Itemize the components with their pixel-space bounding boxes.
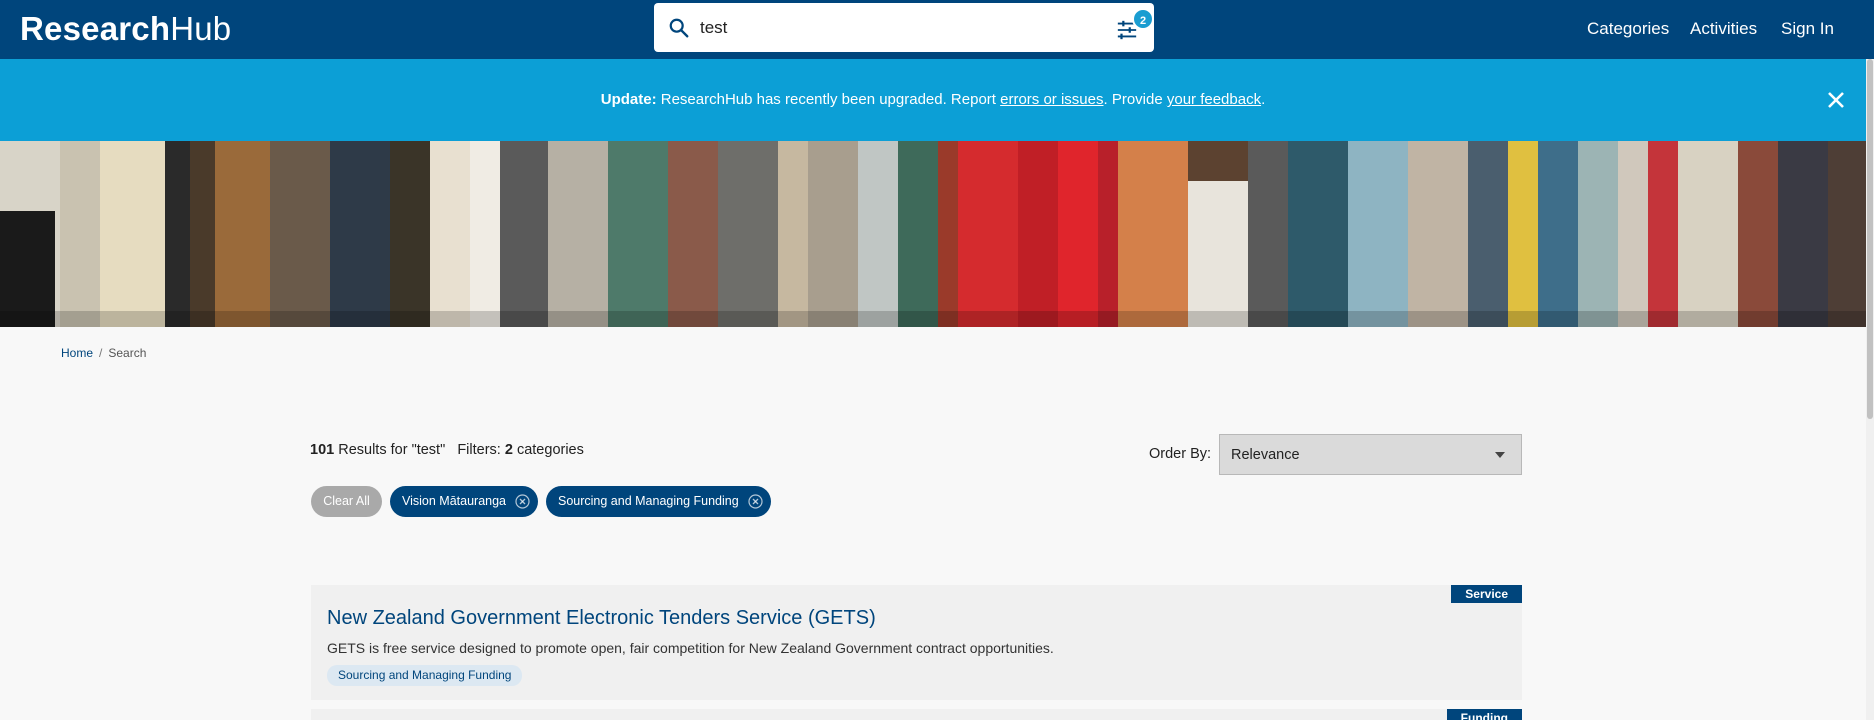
result-card[interactable]: Funding [311,709,1522,720]
order-by-value: Relevance [1231,447,1300,463]
result-category-tag[interactable]: Sourcing and Managing Funding [327,665,523,686]
nav-activities[interactable]: Activities [1690,18,1757,40]
clear-all-button[interactable]: Clear All [311,486,382,517]
filter-count-badge: 2 [1132,8,1154,30]
nav-sign-in[interactable]: Sign In [1781,18,1834,40]
result-type-badge: Service [1451,585,1522,603]
search-box: 2 [654,3,1154,52]
search-input[interactable] [700,11,1060,45]
nav-categories[interactable]: Categories [1587,18,1669,40]
update-banner: Update: ResearchHub has recently been up… [0,59,1866,141]
order-by-label: Order By: [1149,446,1212,462]
update-message: Update: ResearchHub has recently been up… [600,91,1266,108]
scrollbar-thumb[interactable] [1867,59,1873,419]
breadcrumb-home-link[interactable]: Home [61,346,93,360]
order-by-select[interactable]: Relevance [1219,434,1522,475]
filter-chip-sourcing-managing-funding[interactable]: Sourcing and Managing Funding [546,486,771,517]
bookshelf-illustration [0,141,1866,327]
chevron-down-icon [1495,452,1505,458]
breadcrumb-current: Search [108,346,147,360]
remove-filter-icon[interactable] [748,494,763,509]
report-errors-link[interactable]: errors or issues [1000,91,1103,108]
feedback-link[interactable]: your feedback [1167,91,1261,108]
hero-bookshelf-image [0,141,1866,327]
search-icon[interactable] [668,17,690,39]
result-card[interactable]: Service New Zealand Government Electroni… [311,585,1522,700]
result-title-link[interactable]: New Zealand Government Electronic Tender… [327,607,876,630]
remove-filter-icon[interactable] [515,494,530,509]
close-icon[interactable] [1825,89,1847,111]
result-type-badge: Funding [1446,709,1522,720]
page-scrollbar[interactable] [1866,59,1874,720]
results-summary: 101 Results for "test" Filters: 2 catego… [310,442,584,458]
results-count: 101 [310,442,335,458]
breadcrumb: Home / Search [61,346,147,360]
filter-chip-vision-matauranga[interactable]: Vision Mātauranga [390,486,539,517]
researchhub-logo[interactable]: ResearchHub [20,9,231,49]
result-description: GETS is free service designed to promote… [327,640,1054,656]
top-navigation-bar: ResearchHub 2 Categories Activities Sign… [0,0,1874,59]
